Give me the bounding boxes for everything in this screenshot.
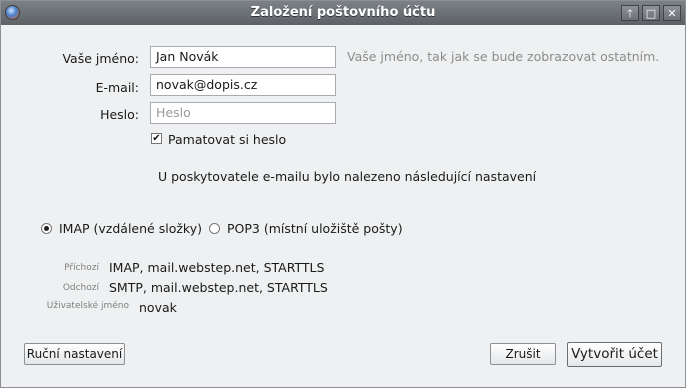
imap-radio-label[interactable]: IMAP (vzdálené složky) bbox=[59, 221, 202, 236]
username-label: Uživatelské jméno bbox=[46, 301, 129, 311]
window-title: Založení poštovního účtu bbox=[250, 5, 436, 20]
cancel-button[interactable]: Zrušit bbox=[490, 343, 556, 365]
name-hint: Vaše jméno, tak jak se bude zobrazovat o… bbox=[347, 49, 660, 64]
incoming-label: Příchozí bbox=[64, 263, 99, 273]
manual-setup-button[interactable]: Ruční nastavení bbox=[24, 343, 125, 365]
email-label: E-mail: bbox=[95, 80, 139, 95]
pop3-radio[interactable] bbox=[209, 223, 220, 234]
maximize-window-icon[interactable]: □ bbox=[642, 5, 660, 21]
password-label: Heslo: bbox=[100, 107, 139, 122]
incoming-value: IMAP, mail.webstep.net, STARTTLS bbox=[109, 260, 325, 275]
outgoing-label: Odchozí bbox=[62, 283, 99, 293]
close-window-icon[interactable]: ✕ bbox=[663, 5, 681, 21]
name-field[interactable]: Jan Novák bbox=[150, 46, 336, 68]
title-bar[interactable]: Založení poštovního účtu 🡑 □ ✕ bbox=[1, 1, 685, 25]
shade-window-icon[interactable]: 🡑 bbox=[621, 5, 639, 21]
found-settings-message: U poskytovatele e-mailu bylo nalezeno ná… bbox=[158, 169, 537, 184]
outgoing-value: SMTP, mail.webstep.net, STARTTLS bbox=[109, 280, 328, 295]
name-label: Vaše jméno: bbox=[62, 51, 139, 66]
pop3-radio-label[interactable]: POP3 (místní uložiště pošty) bbox=[227, 221, 403, 236]
account-setup-window: Založení poštovního účtu 🡑 □ ✕ Vaše jmén… bbox=[0, 0, 686, 388]
remember-password-label[interactable]: Pamatovat si heslo bbox=[168, 132, 286, 147]
remember-password-checkbox[interactable]: ✔ bbox=[151, 133, 162, 144]
imap-radio[interactable] bbox=[41, 223, 52, 234]
radio-selected-dot bbox=[44, 226, 49, 231]
password-field[interactable]: Heslo bbox=[150, 102, 336, 124]
username-value: novak bbox=[139, 300, 177, 315]
create-account-button[interactable]: Vytvořit účet bbox=[567, 342, 662, 367]
email-field[interactable]: novak@dopis.cz bbox=[150, 74, 336, 96]
